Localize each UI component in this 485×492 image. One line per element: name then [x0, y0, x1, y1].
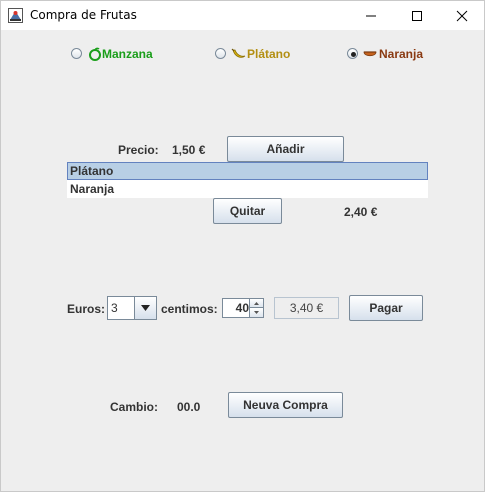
radio-label-platano: Plátano — [247, 47, 291, 61]
minimize-button[interactable] — [348, 1, 394, 30]
chevron-up-icon — [254, 301, 259, 305]
remove-button[interactable]: Quitar — [213, 198, 282, 224]
radio-circle[interactable] — [215, 48, 226, 59]
price-label: Precio: — [118, 143, 159, 157]
radio-manzana[interactable]: Manzana — [71, 46, 161, 62]
cart-list[interactable]: Plátano Naranja — [67, 162, 428, 198]
list-item-selected[interactable]: Plátano — [67, 162, 428, 180]
list-item[interactable]: Naranja — [67, 180, 428, 198]
price-value: 1,50 € — [172, 143, 206, 157]
pay-button[interactable]: Pagar — [349, 295, 423, 321]
chevron-down-icon — [254, 311, 259, 314]
radio-label-manzana: Manzana — [102, 47, 153, 61]
cents-spinner[interactable]: 40 — [222, 298, 264, 318]
payment-amount-field: 3,40 € — [274, 297, 339, 319]
banana-icon — [231, 48, 246, 58]
euros-dropdown-button[interactable] — [134, 297, 156, 319]
new-purchase-button[interactable]: Neuva Compra — [228, 392, 343, 418]
cents-spinner-buttons — [249, 299, 263, 317]
close-icon — [456, 10, 468, 21]
cents-label: centimos: — [161, 302, 218, 316]
chevron-down-icon — [141, 305, 150, 311]
cents-value[interactable]: 40 — [223, 301, 251, 315]
euros-label: Euros: — [67, 302, 106, 316]
spinner-down-button[interactable] — [250, 308, 263, 317]
title-bar: Compra de Frutas — [1, 1, 484, 30]
cart-total: 2,40 € — [344, 205, 378, 219]
maximize-button[interactable] — [394, 1, 440, 30]
radio-platano[interactable]: Plátano — [215, 46, 305, 62]
java-app-icon — [8, 8, 23, 23]
euros-value: 3 — [111, 301, 118, 315]
spinner-up-button[interactable] — [250, 299, 263, 308]
close-button[interactable] — [439, 1, 485, 30]
change-label: Cambio: — [110, 400, 158, 414]
radio-circle-selected[interactable] — [347, 48, 358, 59]
radio-label-naranja: Naranja — [379, 47, 424, 61]
change-value: 00.0 — [177, 400, 201, 414]
add-button[interactable]: Añadir — [227, 136, 344, 162]
maximize-icon — [412, 10, 422, 21]
euros-combobox[interactable]: 3 — [107, 296, 157, 320]
window-title: Compra de Frutas — [30, 8, 137, 22]
radio-naranja[interactable]: Naranja — [347, 46, 437, 62]
apple-icon — [89, 47, 101, 61]
app-window: Compra de Frutas Manzana Plátano Naranja… — [0, 0, 485, 492]
radio-circle[interactable] — [71, 48, 82, 59]
minimize-icon — [366, 15, 376, 16]
orange-icon — [363, 51, 377, 57]
